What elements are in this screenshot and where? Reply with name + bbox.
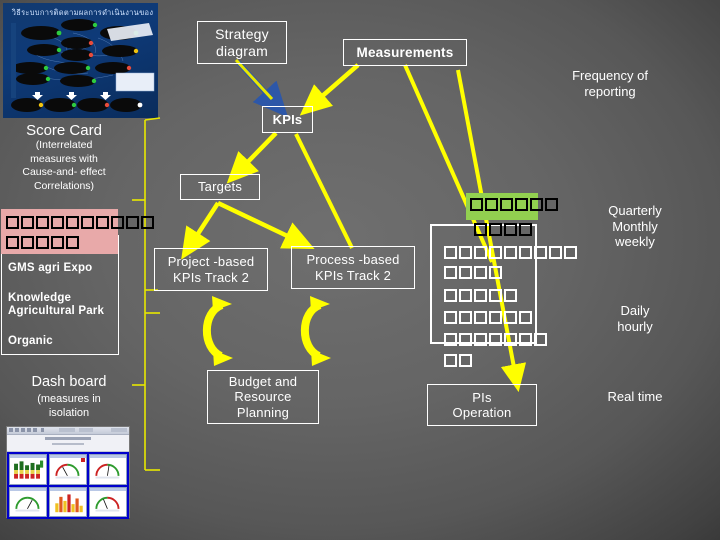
- pis-operation-label: PIs Operation: [452, 389, 512, 420]
- slide-canvas: วิธีระบบการติดตามผลการดำเนินงานขององค์กร: [0, 0, 720, 540]
- targets-label: Targets: [197, 179, 243, 195]
- real-time-label: Real time: [607, 389, 663, 404]
- strategy-diagram-thumbnail: วิธีระบบการติดตามผลการดำเนินงานขององค์กร: [3, 3, 158, 118]
- dash-board-title: Dash board: [31, 374, 107, 390]
- strategy-to-kpis-arrow: [234, 58, 289, 118]
- panel-stacked-bar: [9, 454, 47, 485]
- process-budget-cycle-arrow: [301, 301, 322, 360]
- white-tofu-row-5: [444, 332, 549, 349]
- dash-board-subtitle: (measures in isolation: [37, 393, 101, 420]
- budget-resource-planning-box[interactable]: Budget and Resource Planning: [207, 370, 319, 424]
- targets-box[interactable]: Targets: [180, 174, 260, 200]
- panel-gauge-4: [89, 486, 127, 517]
- strategy-thumb-title: วิธีระบบการติดตามผลการดำเนินงานขององค์กร: [11, 8, 154, 29]
- dashboard-thumbnail: [6, 426, 130, 519]
- panel-gauge-2: [89, 454, 127, 485]
- kpis-to-process-line: [294, 133, 354, 249]
- pis-operation-box[interactable]: PIs Operation: [427, 384, 537, 426]
- measurements-box[interactable]: Measurements: [343, 39, 467, 66]
- project-based-label: Project -based KPIs Track 2: [167, 254, 255, 285]
- white-tofu-row-4: [444, 310, 534, 327]
- white-tofu-row-2: [444, 265, 504, 282]
- process-budget-cycle-arrowheads: [310, 296, 331, 366]
- panel-bar-chart: [49, 486, 87, 517]
- pink-tofu-row-1: [6, 215, 156, 232]
- budget-resource-label: Budget and Resource Planning: [228, 374, 298, 420]
- dashboard-toolbar: [7, 427, 129, 435]
- left-item-organic: Organic: [8, 334, 53, 347]
- targets-to-process-arrow: [217, 200, 315, 249]
- dashboard-panel-grid: [7, 452, 129, 519]
- pink-tofu-row-2: [6, 235, 81, 252]
- green-tofu-row-2: [474, 222, 534, 239]
- targets-to-project-arrow: [181, 201, 220, 260]
- project-budget-cycle-arrowheads: [212, 296, 233, 366]
- left-bracket: [132, 117, 161, 471]
- left-item-gms: GMS agri Expo: [8, 262, 93, 274]
- kpis-label: KPIs: [272, 111, 303, 127]
- measurements-to-kpis-arrow: [299, 63, 360, 116]
- white-tofu-row-3: [444, 288, 519, 305]
- score-card-title: Score Card: [26, 122, 102, 139]
- strategy-diagram-box[interactable]: Strategy diagram: [197, 21, 287, 64]
- project-budget-cycle-arrow: [203, 301, 224, 360]
- score-card-subtitle: (Interrelated measures with Cause-and- e…: [22, 139, 106, 192]
- process-based-kpis-box[interactable]: Process -based KPIs Track 2: [291, 246, 415, 289]
- white-tofu-row-1: [444, 245, 579, 262]
- kpis-box[interactable]: KPIs: [262, 106, 313, 133]
- frequency-of-reporting-label: Frequency of reporting: [572, 68, 648, 99]
- left-item-knowledge: Knowledge: [8, 291, 72, 304]
- left-item-agri-park: Agricultural Park: [8, 305, 105, 318]
- panel-gauge-1: [49, 454, 87, 485]
- process-based-label: Process -based KPIs Track 2: [306, 252, 400, 283]
- daily-hourly-label: Daily hourly: [617, 303, 653, 334]
- white-tofu-row-6: [444, 353, 474, 370]
- strategy-diagram-label: Strategy diagram: [215, 25, 269, 59]
- quarterly-monthly-weekly-label: Quarterly Monthly weekly: [608, 203, 662, 250]
- measurements-label: Measurements: [356, 44, 454, 60]
- panel-gauge-3: [9, 486, 47, 517]
- kpis-to-targets-arrow: [226, 131, 278, 184]
- green-tofu-row-1: [470, 197, 560, 214]
- dashboard-header: [7, 435, 129, 452]
- project-based-kpis-box[interactable]: Project -based KPIs Track 2: [154, 248, 268, 291]
